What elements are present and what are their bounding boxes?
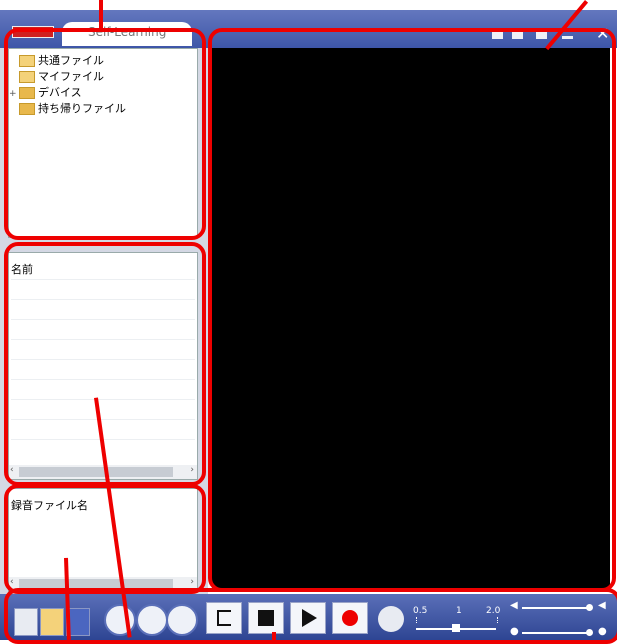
annotation-frame-controls	[4, 588, 617, 644]
annotation-pointer-controls	[272, 632, 276, 640]
annotation-frame-video	[208, 28, 616, 592]
annotation-frame-recordings	[4, 484, 206, 594]
annotation-pointer-title	[99, 0, 103, 30]
top-strip	[0, 0, 617, 10]
annotation-frame-tree	[4, 28, 206, 240]
